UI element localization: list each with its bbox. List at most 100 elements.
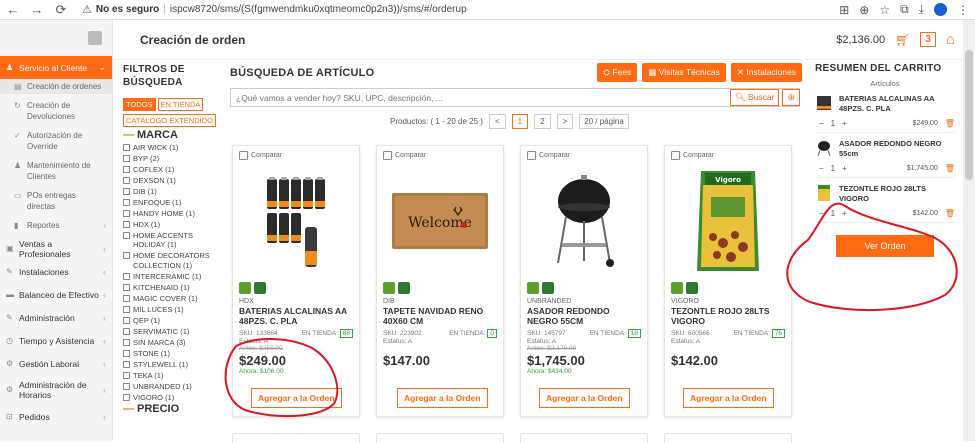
checkbox[interactable] <box>123 231 130 239</box>
sidebar-toggle[interactable] <box>88 31 102 45</box>
sidebar-subitem-creacion-ordenes[interactable]: ▤ Creación de ordenes <box>0 79 112 94</box>
installations-button[interactable]: ✕ Instalaciones <box>730 63 802 82</box>
cart-icon[interactable]: 🛒︎ <box>895 33 910 47</box>
compare-checkbox[interactable]: Comparar <box>383 150 497 160</box>
product-name[interactable]: TAPETE NAVIDAD RENO 40X60 CM <box>383 306 497 328</box>
brand-filter-item[interactable]: HANDY HOME (1) <box>123 209 223 219</box>
view-order-button[interactable]: Ver Orden <box>836 235 934 257</box>
filter-tab-store[interactable]: EN TIENDA <box>157 98 204 111</box>
brand-filter-item[interactable]: KITCHENAID (1) <box>123 283 223 293</box>
page-scrollbar[interactable] <box>963 20 975 441</box>
trash-icon[interactable]: 🗑︎ <box>945 119 955 128</box>
checkbox[interactable] <box>123 360 130 368</box>
product-name[interactable]: BATERIAS ALCALINAS AA 48PZS. C. PLA <box>239 306 353 328</box>
address-bar[interactable]: ⚠ No es seguro | ispcw8720/sms/(S(fgmwen… <box>82 3 467 16</box>
zoom-icon[interactable]: ⊕ <box>859 3 869 17</box>
increase-qty-button[interactable]: + <box>842 164 847 173</box>
download-icon[interactable]: ⤓ <box>919 2 924 17</box>
sidebar-item-balanceo[interactable]: ▬ Balanceo de Efectivo ‹ <box>0 283 112 306</box>
sidebar-item-ventas-profesionales[interactable]: ▣ Ventas a Profesionales ‹ <box>0 237 112 260</box>
page-prev-button[interactable]: < <box>488 114 506 129</box>
checkbox[interactable] <box>123 220 130 228</box>
checkbox[interactable] <box>123 154 130 162</box>
brand-filter-item[interactable]: HDX (1) <box>123 220 223 230</box>
brand-filter-item[interactable]: HOME DECORATORS COLLECTION (1) <box>123 251 223 270</box>
brand-filter-item[interactable]: TEKA (1) <box>123 371 223 381</box>
item-qty[interactable]: 1 <box>831 209 835 218</box>
sidebar-item-pedidos[interactable]: ⊡ Pedidos ‹ <box>0 405 112 428</box>
sidebar-item-gestion-laboral[interactable]: ⚙ Gestión Laboral ‹ <box>0 352 112 375</box>
brand-filter-item[interactable]: DEXSON (1) <box>123 176 223 186</box>
brand-filter-item[interactable]: MAGIC COVER (1) <box>123 294 223 304</box>
sidebar-item-instalaciones[interactable]: ✎ Instalaciones ‹ <box>0 260 112 283</box>
brand-filter-item[interactable]: AIR WICK (1) <box>123 143 223 153</box>
brand-filter-item[interactable]: STYLEWELL (1) <box>123 360 223 370</box>
item-qty[interactable]: 1 <box>831 164 835 173</box>
back-icon[interactable]: ← <box>6 2 20 17</box>
reload-icon[interactable]: ⟳ <box>54 2 68 18</box>
checkbox[interactable] <box>123 305 130 313</box>
checkbox[interactable] <box>123 176 130 184</box>
checkbox[interactable] <box>123 198 130 206</box>
compare-checkbox[interactable]: Comparar <box>671 150 785 160</box>
brand-filter-item[interactable]: HOME ACCENTS HOLIDAY (1) <box>123 231 223 250</box>
checkbox[interactable] <box>123 327 130 335</box>
filter-tab-extended[interactable]: CATÁLOGO EXTENDIDO <box>123 114 216 127</box>
checkbox[interactable] <box>123 371 130 379</box>
filter-tab-all[interactable]: TODOS <box>123 98 156 111</box>
price-section-header[interactable]: — PRECIO <box>123 403 223 415</box>
checkbox[interactable] <box>239 151 248 160</box>
checkbox[interactable] <box>383 151 392 160</box>
cart-count-badge[interactable]: 3 <box>920 32 936 47</box>
decrease-qty-button[interactable]: − <box>819 164 824 173</box>
per-page-select[interactable]: 20 / página <box>579 114 629 129</box>
trash-icon[interactable]: 🗑︎ <box>945 164 955 173</box>
checkbox[interactable] <box>123 349 130 357</box>
brand-filter-item[interactable]: COFLEX (1) <box>123 165 223 175</box>
brand-filter-item[interactable]: BYP (2) <box>123 154 223 164</box>
sidebar-subitem-devoluciones[interactable]: ↻ Creación de Devoluciones <box>0 98 112 124</box>
checkbox[interactable] <box>123 294 130 302</box>
checkbox[interactable] <box>123 393 130 401</box>
checkbox[interactable] <box>527 151 536 160</box>
add-to-order-button[interactable]: Agregar a la Orden <box>539 388 630 408</box>
brand-filter-item[interactable]: UNBRANDED (1) <box>123 382 223 392</box>
decrease-qty-button[interactable]: − <box>819 119 824 128</box>
trash-icon[interactable]: 🗑︎ <box>945 209 955 218</box>
visits-button[interactable]: ▦ Visitas Técnicas <box>642 63 726 82</box>
brand-filter-item[interactable]: INTERCERAMIC (1) <box>123 272 223 282</box>
add-to-order-button[interactable]: Agregar a la Orden <box>251 388 342 408</box>
checkbox[interactable] <box>123 283 130 291</box>
item-qty[interactable]: 1 <box>831 119 835 128</box>
brand-filter-item[interactable]: DIB (1) <box>123 187 223 197</box>
checkbox[interactable] <box>123 338 130 346</box>
brand-filter-item[interactable]: VIGORO (1) <box>123 393 223 403</box>
star-icon[interactable]: ☆ <box>879 3 890 17</box>
add-to-order-button[interactable]: Agregar a la Orden <box>683 388 774 408</box>
product-image[interactable] <box>239 166 353 276</box>
checkbox[interactable] <box>123 316 130 324</box>
sidebar-item-servicio-cliente[interactable]: ♟ Servicio al Cliente ⌄ <box>0 56 112 79</box>
sidebar-subitem-pos-entregas[interactable]: ▭ POs entregas directas <box>0 188 112 214</box>
decrease-qty-button[interactable]: − <box>819 209 824 218</box>
checkbox[interactable] <box>671 151 680 160</box>
sidebar-subitem-clientes[interactable]: ♟ Mantenimiento de Clientes <box>0 158 112 184</box>
page-2-button[interactable]: 2 <box>534 114 551 129</box>
add-to-order-button[interactable]: Agregar a la Orden <box>397 388 488 408</box>
product-image[interactable] <box>527 166 641 276</box>
checkbox[interactable] <box>123 165 130 173</box>
product-name[interactable]: ASADOR REDONDO NEGRO 55CM <box>527 306 641 328</box>
zoom-search-button[interactable]: ⊕ <box>782 89 800 106</box>
sidebar-item-administracion[interactable]: ✎ Administración ‹ <box>0 306 112 329</box>
checkbox[interactable] <box>123 143 130 151</box>
search-input[interactable] <box>236 92 730 103</box>
brand-filter-item[interactable]: ENFOQUE (1) <box>123 198 223 208</box>
page-next-button[interactable]: > <box>556 114 574 129</box>
brand-filter-item[interactable]: QEP (1) <box>123 316 223 326</box>
menu-icon[interactable]: ⋮ <box>957 3 969 17</box>
brand-filter-item[interactable]: SERVIMATIC (1) <box>123 327 223 337</box>
fees-button[interactable]: ⛭ Fees <box>597 63 638 82</box>
checkbox[interactable] <box>123 187 130 195</box>
brand-filter-item[interactable]: SIN MARCA (3) <box>123 338 223 348</box>
product-name[interactable]: TEZONTLE ROJO 28LTS VIGORO <box>671 306 785 328</box>
